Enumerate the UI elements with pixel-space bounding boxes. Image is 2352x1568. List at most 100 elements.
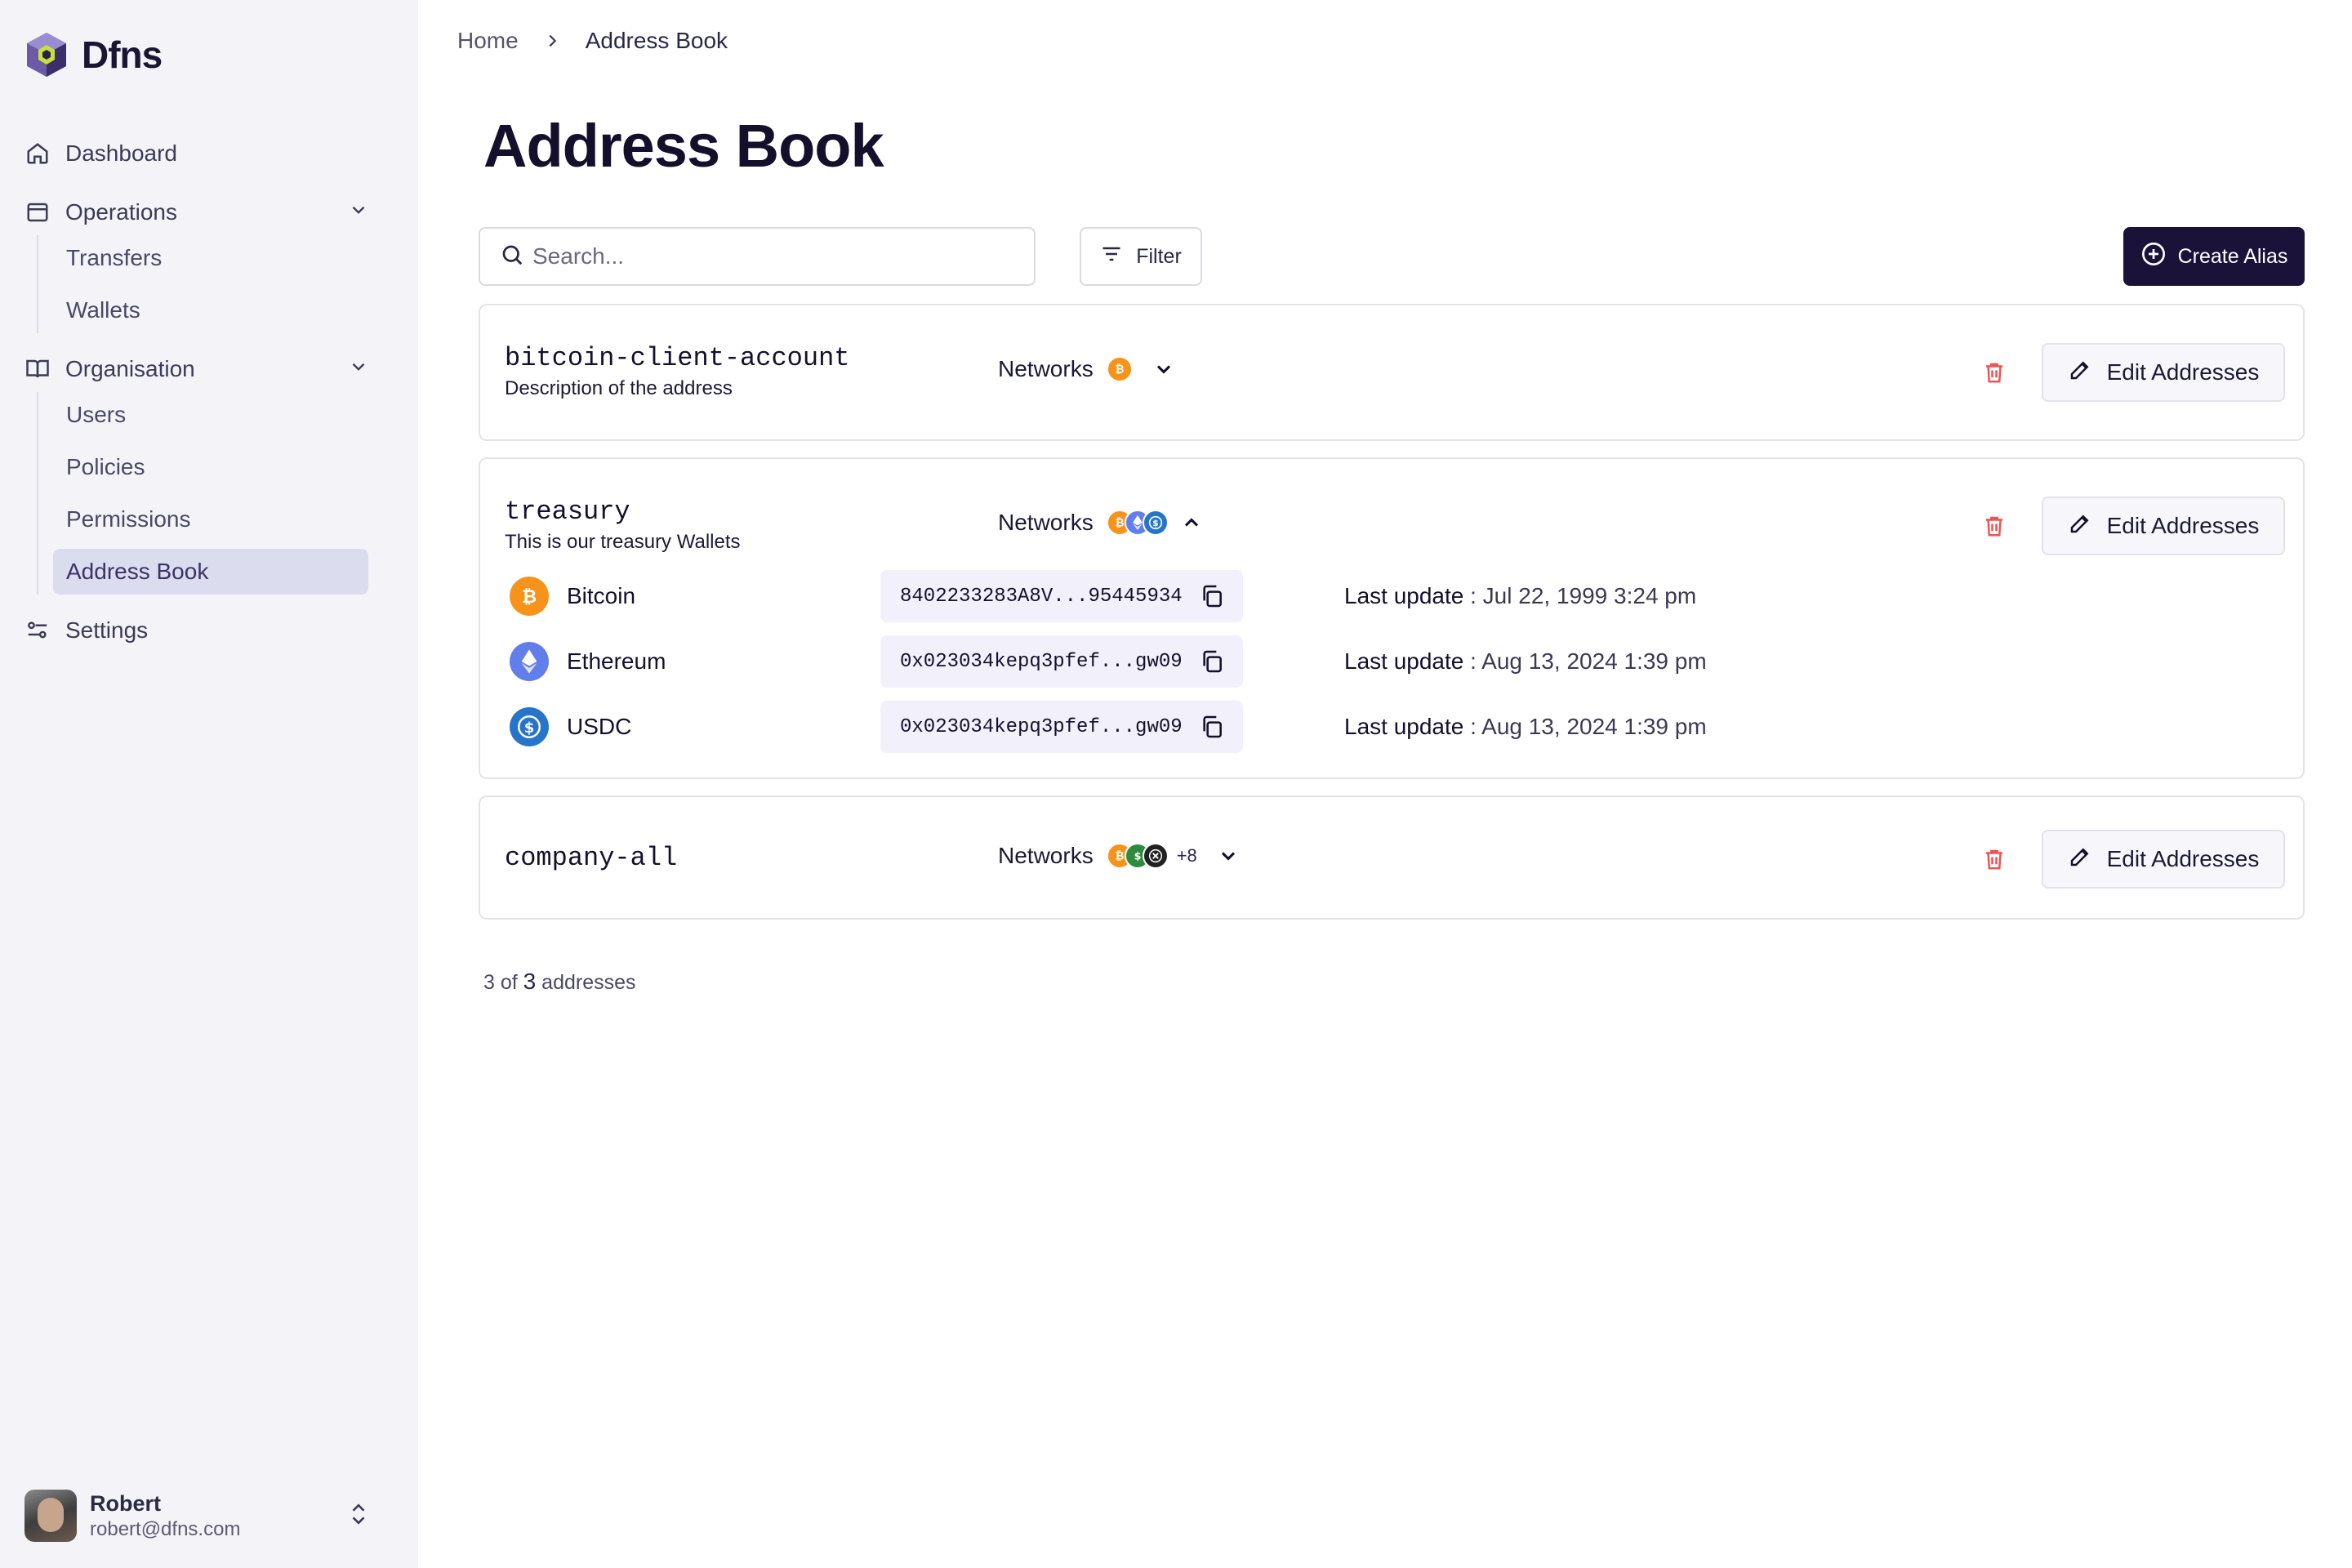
- sidebar-item-label: Settings: [65, 617, 149, 643]
- sidebar-item-wallets[interactable]: Wallets: [53, 287, 368, 333]
- address-chip[interactable]: 0x023034kepq3pfef...gw09: [880, 635, 1243, 688]
- alias-card: bitcoin-client-account Description of th…: [479, 304, 2305, 441]
- toolbar: Filter Create Alias: [479, 227, 2305, 287]
- address-value: 0x023034kepq3pfef...gw09: [900, 650, 1183, 673]
- last-update-label: Last update: [1344, 583, 1464, 608]
- copy-icon[interactable]: [1199, 648, 1225, 675]
- address-value: 8402233283A8V...95445934: [900, 585, 1183, 608]
- sidebar-item-address-book[interactable]: Address Book: [53, 549, 368, 595]
- networks-summary: Networks ₿ $: [998, 510, 1203, 536]
- sidebar-item-label: Dashboard: [65, 140, 177, 166]
- search-box[interactable]: [479, 227, 1036, 286]
- chevron-down-icon[interactable]: [1152, 358, 1175, 381]
- alias-description: Description of the address: [505, 377, 733, 399]
- ethereum-icon: [510, 642, 549, 681]
- alias-name: treasury: [505, 497, 630, 527]
- svg-text:₿: ₿: [1115, 363, 1124, 376]
- home-icon: [24, 140, 51, 167]
- address-row: ₿ Bitcoin 8402233283A8V...95445934 Last …: [510, 570, 1735, 622]
- sidebar-item-label: Organisation: [65, 356, 195, 381]
- alias-name: company-all: [505, 843, 678, 873]
- alias-name: bitcoin-client-account: [505, 343, 850, 373]
- address-row: $ USDC 0x023034kepq3pfef...gw09 Last upd…: [510, 701, 1735, 753]
- svg-text:₿: ₿: [1115, 517, 1124, 530]
- results-count: 3 of 3 addresses: [483, 969, 636, 995]
- edit-addresses-label: Edit Addresses: [2106, 359, 2260, 385]
- networks-label: Networks: [998, 356, 1094, 381]
- last-update-label: Last update: [1344, 714, 1464, 739]
- sidebar-item-users[interactable]: Users: [53, 392, 368, 438]
- bitcoin-icon: ₿: [510, 577, 549, 616]
- sidebar-item-organisation[interactable]: Organisation: [24, 346, 394, 392]
- chevron-up-icon[interactable]: [1180, 511, 1203, 534]
- chevron-down-icon[interactable]: [348, 356, 369, 383]
- address-chip[interactable]: 0x023034kepq3pfef...gw09: [880, 701, 1243, 753]
- operations-submenu: Transfers Wallets: [37, 235, 394, 333]
- copy-icon[interactable]: [1199, 714, 1225, 740]
- network-icons: ₿ $: [1106, 510, 1169, 536]
- dfns-logo-icon: [27, 33, 66, 77]
- sidebar-item-permissions[interactable]: Permissions: [53, 497, 368, 542]
- create-alias-label: Create Alias: [2177, 244, 2288, 268]
- address-row: Ethereum 0x023034kepq3pfef...gw09 Last u…: [510, 635, 1735, 688]
- sidebar-item-dashboard[interactable]: Dashboard: [24, 131, 394, 176]
- last-update-value: : Jul 22, 1999 3:24 pm: [1463, 583, 1697, 608]
- svg-text:₿: ₿: [522, 586, 537, 608]
- network-name: Ethereum: [567, 648, 666, 674]
- count-total: 3: [523, 969, 537, 994]
- sliders-icon: [24, 617, 51, 644]
- usdc-icon: $: [1142, 510, 1169, 536]
- trash-icon[interactable]: [1978, 843, 2011, 875]
- sidebar: Dfns Dashboard Operations Transfers Wall…: [0, 0, 418, 1568]
- svg-text:₿: ₿: [1115, 850, 1124, 863]
- last-update: Last update : Jul 22, 1999 3:24 pm: [1344, 583, 1696, 609]
- last-update-label: Last update: [1344, 648, 1464, 674]
- networks-label: Networks: [998, 843, 1094, 868]
- sidebar-item-label: Operations: [65, 199, 177, 225]
- sidebar-item-policies[interactable]: Policies: [53, 444, 368, 490]
- count-prefix: 3 of: [483, 971, 523, 994]
- networks-label: Networks: [998, 510, 1094, 535]
- user-email: robert@dfns.com: [90, 1517, 241, 1540]
- usdc-icon: $: [510, 707, 549, 746]
- last-update: Last update : Aug 13, 2024 1:39 pm: [1344, 714, 1707, 740]
- sidebar-item-operations[interactable]: Operations: [24, 189, 394, 235]
- edit-addresses-button[interactable]: Edit Addresses: [2042, 830, 2285, 889]
- book-icon: [24, 356, 51, 382]
- chevron-down-icon[interactable]: [348, 199, 369, 226]
- trash-icon[interactable]: [1978, 356, 2011, 389]
- alias-card: company-all Networks ₿ $ +8 Edit Address…: [479, 795, 2305, 920]
- breadcrumb-current: Address Book: [585, 28, 728, 53]
- search-input[interactable]: [532, 243, 990, 270]
- sidebar-item-transfers[interactable]: Transfers: [53, 235, 368, 281]
- trash-icon[interactable]: [1978, 510, 2011, 542]
- create-alias-button[interactable]: Create Alias: [2123, 227, 2305, 286]
- svg-text:$: $: [524, 719, 535, 737]
- edit-addresses-button[interactable]: Edit Addresses: [2042, 343, 2285, 402]
- copy-icon[interactable]: [1199, 583, 1225, 609]
- address-chip[interactable]: 8402233283A8V...95445934: [880, 570, 1243, 622]
- edit-addresses-button[interactable]: Edit Addresses: [2042, 497, 2285, 555]
- network-icons: ₿ $: [1106, 843, 1169, 869]
- logo[interactable]: Dfns: [24, 31, 163, 78]
- network-name: Bitcoin: [567, 583, 636, 608]
- filter-button[interactable]: Filter: [1080, 227, 1202, 286]
- breadcrumb-home[interactable]: Home: [457, 28, 519, 54]
- svg-text:$: $: [1152, 518, 1159, 528]
- filter-icon: [1100, 243, 1123, 271]
- svg-text:$: $: [1134, 851, 1141, 863]
- last-update: Last update : Aug 13, 2024 1:39 pm: [1344, 648, 1707, 675]
- organisation-submenu: Users Policies Permissions Address Book: [37, 392, 394, 595]
- pencil-icon: [2068, 358, 2092, 388]
- edit-addresses-label: Edit Addresses: [2106, 513, 2260, 538]
- last-update-value: : Aug 13, 2024 1:39 pm: [1463, 714, 1707, 739]
- chevron-up-down-icon[interactable]: [348, 1500, 369, 1532]
- window-icon: [24, 199, 51, 225]
- user-menu[interactable]: Robert robert@dfns.com: [24, 1490, 394, 1542]
- avatar: [24, 1490, 77, 1542]
- main-nav: Dashboard Operations Transfers Wallets O…: [24, 131, 394, 666]
- last-update-value: : Aug 13, 2024 1:39 pm: [1463, 648, 1707, 674]
- pencil-icon: [2068, 844, 2092, 875]
- chevron-down-icon[interactable]: [1217, 844, 1240, 867]
- sidebar-item-settings[interactable]: Settings: [24, 608, 394, 653]
